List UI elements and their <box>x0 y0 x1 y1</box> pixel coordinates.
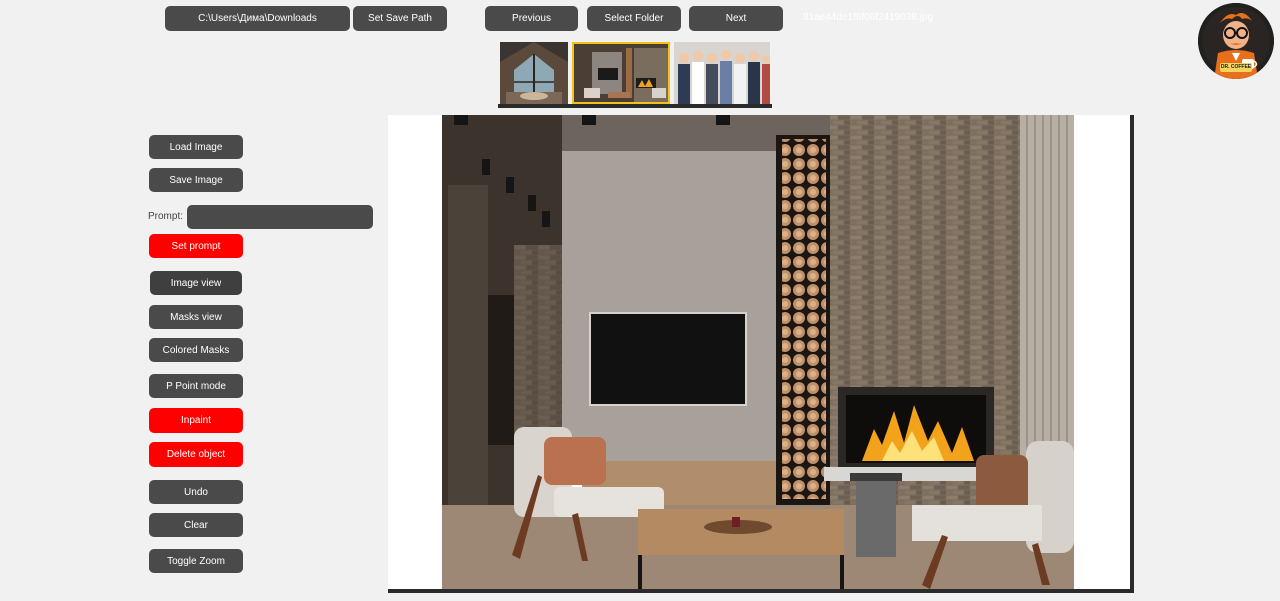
set-save-path-button[interactable]: Set Save Path <box>353 6 447 31</box>
living-room-photo <box>442 115 1074 589</box>
toggle-zoom-button[interactable]: Toggle Zoom <box>149 549 243 573</box>
thumb-group-people[interactable] <box>674 42 770 104</box>
thumbnail-strip <box>498 40 772 110</box>
load-image-button[interactable]: Load Image <box>149 135 243 159</box>
prompt-input[interactable] <box>187 205 373 229</box>
undo-button[interactable]: Undo <box>149 480 243 504</box>
thumb-cabin-interior[interactable] <box>500 42 568 104</box>
masks-view-button[interactable]: Masks view <box>149 305 243 329</box>
previous-button[interactable]: Previous <box>485 6 578 31</box>
logo-text: DR. COFFEE <box>1220 64 1252 70</box>
p-point-mode-button[interactable]: P Point mode <box>149 374 243 398</box>
clear-button[interactable]: Clear <box>149 513 243 537</box>
prompt-label: Prompt: <box>148 211 184 222</box>
dr-coffee-logo: DR. COFFEE <box>1198 3 1274 79</box>
save-path-display-button[interactable]: C:\Users\Дима\Downloads <box>165 6 350 31</box>
canvas-right-border <box>1130 115 1134 593</box>
canvas-bottom-border <box>388 589 1134 593</box>
current-filename: 81ae44de1f6f06f2419038.jpg <box>803 12 934 23</box>
colored-masks-button[interactable]: Colored Masks <box>149 338 243 362</box>
thumbnail-strip-scrollbar[interactable] <box>498 104 772 108</box>
inpaint-button[interactable]: Inpaint <box>149 408 243 433</box>
image-canvas[interactable] <box>388 115 1134 593</box>
next-button[interactable]: Next <box>689 6 783 31</box>
thumb-living-room-fireplace[interactable] <box>572 42 670 104</box>
delete-object-button[interactable]: Delete object <box>149 442 243 467</box>
select-folder-button[interactable]: Select Folder <box>587 6 681 31</box>
set-prompt-button[interactable]: Set prompt <box>149 234 243 258</box>
image-view-button[interactable]: Image view <box>150 271 242 295</box>
save-image-button[interactable]: Save Image <box>149 168 243 192</box>
